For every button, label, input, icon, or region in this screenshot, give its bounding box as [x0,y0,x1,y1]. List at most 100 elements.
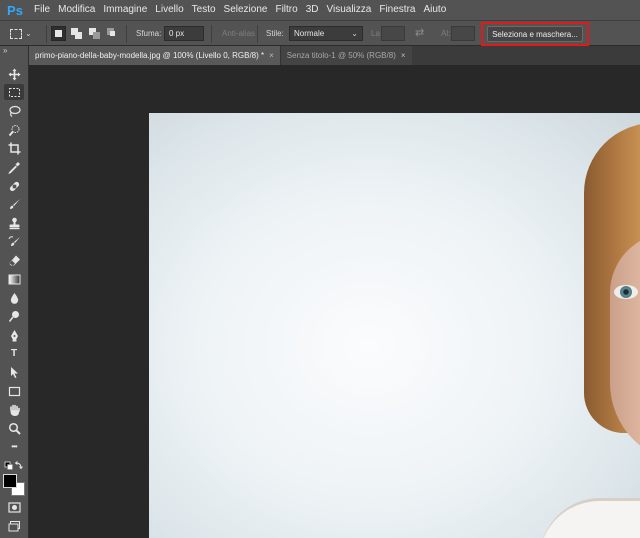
width-input[interactable] [381,26,405,41]
menu-file[interactable]: File [30,0,54,20]
divider [126,25,127,43]
history-brush-tool[interactable] [4,234,24,250]
menu-window[interactable]: Finestra [375,0,419,20]
eyedropper-tool[interactable] [4,159,24,175]
default-swap-colors[interactable] [4,459,24,471]
menu-bar: Ps File Modifica Immagine Livello Testo … [0,0,640,20]
healing-brush-tool[interactable] [4,178,24,194]
type-tool[interactable]: T [4,346,24,362]
history-brush-icon [8,235,20,246]
move-icon [8,68,20,80]
foreground-color-swatch[interactable] [3,474,17,488]
dodge-tool[interactable] [4,308,24,324]
document-image[interactable] [149,113,640,538]
divider [211,25,212,43]
crop-icon [8,142,20,154]
tool-preset-picker[interactable]: ⌄ [10,25,42,42]
chevron-down-icon: ⌄ [351,29,358,38]
style-select-value: Normale [294,29,325,38]
menu-edit[interactable]: Modifica [54,0,99,20]
marquee-icon [8,87,20,97]
document-tabs: primo-piano-della-baby-modella.jpg @ 100… [29,46,640,65]
tab-document-active[interactable]: primo-piano-della-baby-modella.jpg @ 100… [29,46,280,65]
menu-3d[interactable]: 3D [302,0,323,20]
swap-icon[interactable]: ⇄ [415,26,424,39]
new-selection-button[interactable] [51,26,66,41]
quick-mask-icon [7,501,21,513]
bandage-icon [9,181,19,191]
collapse-panel-icon[interactable]: » [3,46,7,55]
height-label: Al: [441,29,451,38]
close-icon[interactable]: × [269,51,274,60]
style-label: Stile: [266,29,284,38]
menu-filter[interactable]: Filtro [271,0,301,20]
hand-tool[interactable] [4,402,24,418]
eyedropper-icon [7,161,20,174]
screen-mode-icon [8,520,20,531]
stamp-icon [9,217,19,229]
brush-icon [9,198,20,209]
gradient-icon [8,274,20,284]
hand-icon [9,404,20,416]
zoom-tool[interactable] [4,420,24,436]
brush-tool[interactable] [4,196,24,212]
move-tool[interactable] [4,66,24,82]
height-input[interactable] [451,26,475,41]
droplet-icon [10,292,18,304]
photo-eye [614,285,638,299]
photo-shirt [540,498,640,538]
menu-view[interactable]: Visualizza [323,0,376,20]
arrow-cursor-icon [10,366,18,378]
menu-type[interactable]: Testo [188,0,220,20]
blur-tool[interactable] [4,290,24,306]
magnifier-icon [8,422,21,435]
tools-panel: » T ••• [0,46,29,538]
quick-selection-tool[interactable] [4,122,24,138]
type-icon: T [10,348,18,359]
gradient-tool[interactable] [4,271,24,287]
style-select[interactable]: Normale ⌄ [289,26,363,41]
feather-label: Sfuma: [136,29,162,38]
menu-image[interactable]: Immagine [99,0,151,20]
edit-toolbar-button[interactable]: ••• [4,439,24,455]
photoshop-logo: Ps [7,2,23,18]
more-icon: ••• [11,442,17,451]
default-colors-icon [4,461,23,470]
dodge-icon [8,310,19,322]
rectangular-marquee-tool[interactable] [4,84,24,100]
pen-icon [10,329,18,341]
path-selection-tool[interactable] [4,364,24,380]
chevron-down-icon: ⌄ [25,29,32,38]
tab-document-inactive[interactable]: Senza titolo-1 @ 50% (RGB/8) × [279,46,412,65]
menu-layer[interactable]: Livello [151,0,187,20]
rectangle-icon [8,386,20,396]
divider [46,25,47,43]
new-selection-icon [55,30,62,37]
menu-help[interactable]: Aiuto [419,0,450,20]
clone-stamp-tool[interactable] [4,215,24,231]
tab-label: Senza titolo-1 @ 50% (RGB/8) [286,51,396,60]
crop-tool[interactable] [4,140,24,156]
eraser-icon [8,255,20,265]
lasso-tool[interactable] [4,103,24,119]
intersect-selection-button[interactable] [105,26,120,41]
screen-mode-button[interactable] [4,518,24,534]
eraser-tool[interactable] [4,252,24,268]
subtract-from-selection-button[interactable] [87,26,102,41]
quick-mask-button[interactable] [4,499,24,515]
add-to-selection-button[interactable] [69,26,84,41]
rectangle-tool[interactable] [4,383,24,399]
tab-label: primo-piano-della-baby-modella.jpg @ 100… [35,51,265,60]
antialias-checkbox-label[interactable]: Anti-alias [222,29,255,38]
quick-selection-icon [8,124,19,136]
divider [257,25,258,43]
select-and-mask-button[interactable]: Seleziona e maschera... [487,26,583,42]
rectangular-marquee-icon [10,28,22,39]
menu-select[interactable]: Selezione [220,0,272,20]
canvas-area[interactable] [29,65,640,538]
pen-tool[interactable] [4,327,24,343]
close-icon[interactable]: × [401,51,406,60]
lasso-icon [8,105,21,117]
options-bar: ⌄ Sfuma: 0 px Anti-alias Stile: Normale … [0,20,640,46]
feather-input[interactable]: 0 px [164,26,204,41]
